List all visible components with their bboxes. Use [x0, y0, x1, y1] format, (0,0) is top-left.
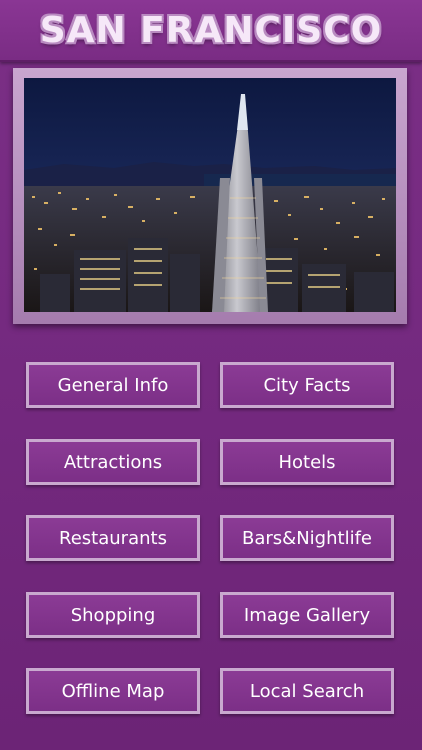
attractions-button[interactable]: Attractions [26, 439, 200, 485]
general-info-label: General Info [57, 374, 169, 396]
offline-map-button[interactable]: Offline Map [26, 668, 200, 714]
hero-image [24, 78, 396, 312]
offline-map-label: Offline Map [61, 680, 165, 702]
image-gallery-button[interactable]: Image Gallery [220, 592, 394, 638]
local-search-button[interactable]: Local Search [220, 668, 394, 714]
restaurants-label: Restaurants [59, 527, 167, 549]
city-facts-label: City Facts [263, 374, 351, 396]
hotels-label: Hotels [278, 451, 336, 473]
restaurants-button[interactable]: Restaurants [26, 515, 200, 561]
image-gallery-label: Image Gallery [243, 604, 371, 626]
app-header: SAN FRANCISCO [0, 0, 422, 62]
attractions-label: Attractions [63, 451, 163, 473]
city-facts-button[interactable]: City Facts [220, 362, 394, 408]
page-title: SAN FRANCISCO [39, 9, 383, 51]
hero-image-frame [13, 68, 407, 324]
local-search-label: Local Search [249, 680, 365, 702]
hotels-button[interactable]: Hotels [220, 439, 394, 485]
general-info-button[interactable]: General Info [26, 362, 200, 408]
shopping-button[interactable]: Shopping [26, 592, 200, 638]
bars-nightlife-label: Bars&Nightlife [242, 527, 372, 549]
bars-nightlife-button[interactable]: Bars&Nightlife [220, 515, 394, 561]
shopping-label: Shopping [70, 604, 156, 626]
